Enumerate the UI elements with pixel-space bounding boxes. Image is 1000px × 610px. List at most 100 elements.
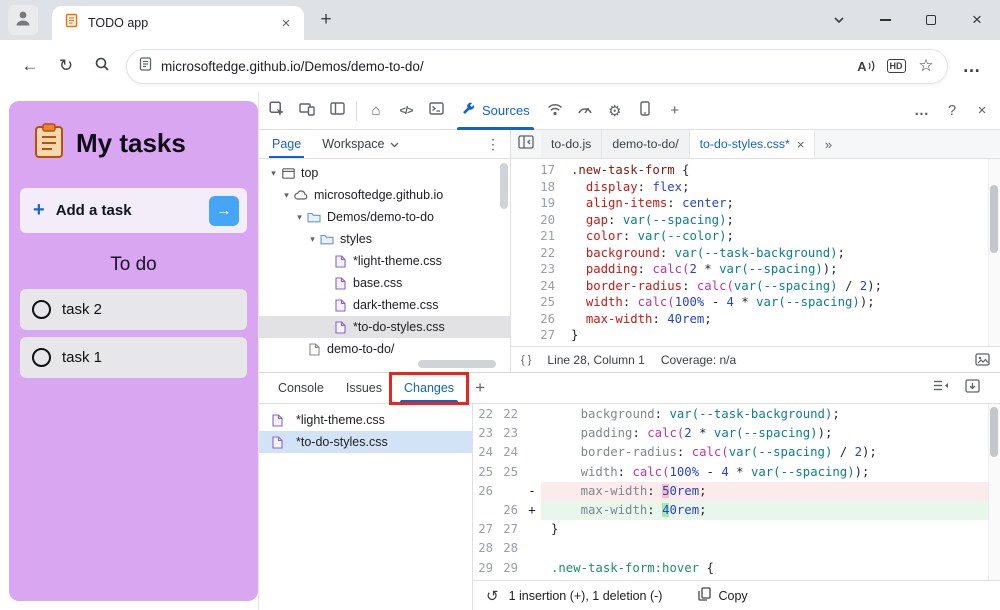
new-tab-button[interactable]: + [312,6,340,34]
navigator-toggle-button[interactable] [511,130,541,158]
pretty-print-button[interactable]: { } [521,354,531,366]
diff-view[interactable]: 2222 background: var(--task-background);… [473,404,1000,580]
url-bar[interactable]: microsoftedge.github.io/Demos/demo-to-do… [126,49,948,84]
hd-button[interactable]: HD [881,51,911,81]
tree-item-styles[interactable]: ▾styles [259,228,510,250]
device-emulation-button[interactable] [292,94,322,128]
device-button[interactable] [630,94,660,128]
tab-sources[interactable]: Sources [451,92,540,130]
devtools-menu-button[interactable]: … [907,94,937,128]
search-button[interactable] [84,48,120,84]
submit-task-button[interactable]: → [209,196,239,226]
diff-marker: + [523,501,541,520]
tree-item-label: base.css [353,276,402,290]
close-tab-icon[interactable]: × [797,137,805,152]
task-label: task 1 [62,349,102,366]
copy-button[interactable]: Copy [698,587,747,604]
task-item[interactable]: task 1 [20,337,247,378]
panel-layout-button[interactable] [322,94,352,128]
changed-file-light-theme.css[interactable]: *light-theme.css [259,409,472,431]
tab-changes[interactable]: Changes [393,373,465,403]
performance-button[interactable] [570,94,600,128]
task-checkbox[interactable] [32,348,51,367]
favorite-button[interactable]: ☆ [911,51,941,81]
line-number[interactable]: 20 [511,212,555,229]
navigator-more-button[interactable]: ⋮ [486,136,500,153]
changed-file-to-do-styles.css[interactable]: *to-do-styles.css [259,431,472,453]
line-number[interactable]: 18 [511,179,555,196]
line-number[interactable]: 23 [511,261,555,278]
browser-menu-button[interactable]: … [954,48,990,84]
dock-drawer-icon[interactable] [965,379,980,398]
scrollbar-thumb[interactable] [500,163,508,209]
help-button[interactable]: ? [937,94,967,128]
tab-workspace[interactable]: Workspace [322,137,398,151]
browser-tab[interactable]: TODO app × [52,6,304,40]
diff-line-number-new: 22 [498,405,523,424]
editor-tab-demo-to-do[interactable]: demo-to-do/ [602,130,689,158]
tree-item-microsoftedge.github.io[interactable]: ▾microsoftedge.github.io [259,184,510,206]
source-editor: to-do.jsdemo-to-do/to-do-styles.css*× » … [511,130,1000,372]
console-sidebar-icon[interactable] [933,379,949,398]
welcome-panel-button[interactable]: ⌂ [361,94,391,128]
code-line: background: var(--task-background); [571,245,1000,262]
line-number[interactable]: 21 [511,228,555,245]
add-drawer-tab-button[interactable]: + [475,378,485,398]
line-number[interactable]: 26 [511,311,555,328]
editor-tab-to-do.js[interactable]: to-do.js [541,130,602,158]
inspect-icon [269,101,285,121]
tree-item-to-do-styles.css[interactable]: *to-do-styles.css [259,316,510,338]
back-button[interactable]: ← [12,48,48,84]
profile-button[interactable] [8,5,38,35]
add-task-button[interactable]: + Add a task → [20,188,247,233]
inspect-element-button[interactable] [262,94,292,128]
tree-item-Demosdemo-to-do[interactable]: ▾Demos/demo-to-do [259,206,510,228]
tree-item-base.css[interactable]: base.css [259,272,510,294]
line-number[interactable]: 22 [511,245,555,262]
read-aloud-button[interactable]: A [851,51,881,81]
scrollbar-thumb[interactable] [990,185,998,253]
tab-close-icon[interactable]: × [276,13,296,33]
close-devtools-button[interactable]: × [967,94,997,128]
chevron-expanded-icon: ▾ [267,168,280,179]
editor-scrollbar[interactable] [988,159,1000,346]
scrollbar-thumb[interactable] [990,407,998,457]
line-number[interactable]: 27 [511,327,555,344]
diff-scrollbar[interactable] [988,404,1000,580]
maximize-button[interactable] [908,0,954,40]
line-number[interactable]: 17 [511,162,555,179]
tab-console[interactable]: Console [267,373,335,403]
image-preview-icon[interactable] [975,353,990,366]
tab-search-button[interactable] [816,0,862,40]
diff-summary: 1 insertion (+), 1 deletion (-) [509,589,663,603]
scrollbar-thumb[interactable] [418,360,496,368]
more-tools-button[interactable]: + [660,94,690,128]
task-checkbox[interactable] [32,300,51,319]
code-editor[interactable]: 1718192021222324252627 .new-task-form { … [511,159,1000,346]
minimize-button[interactable] [862,0,908,40]
line-number[interactable]: 19 [511,195,555,212]
tree-item-demo-to-do[interactable]: demo-to-do/ [259,338,510,360]
url-text[interactable]: microsoftedge.github.io/Demos/demo-to-do… [161,59,851,74]
elements-panel-button[interactable]: </> [391,94,421,128]
tab-page[interactable]: Page [269,130,304,158]
line-number[interactable]: 25 [511,294,555,311]
toolbar-separator [356,101,357,121]
console-panel-button[interactable] [421,94,451,128]
refresh-button[interactable]: ↻ [48,48,84,84]
browser-window: TODO app × + × ← ↻ microsoftedge.github.… [0,0,1000,610]
window-close-button[interactable]: × [954,0,1000,40]
tree-item-light-theme.css[interactable]: *light-theme.css [259,250,510,272]
settings-button[interactable]: ⚙ [600,94,630,128]
task-item[interactable]: task 2 [20,289,247,330]
tree-item-dark-theme.css[interactable]: dark-theme.css [259,294,510,316]
network-conditions-button[interactable] [540,94,570,128]
line-number[interactable]: 24 [511,278,555,295]
diff-marker [523,520,541,539]
tab-overflow-button[interactable]: » [815,130,841,158]
tab-issues[interactable]: Issues [335,373,393,403]
revert-icon[interactable]: ↺ [486,587,499,605]
page-title: My tasks [76,128,186,159]
editor-tab-to-do-styles.css[interactable]: to-do-styles.css*× [690,130,816,158]
tree-item-top[interactable]: ▾top [259,162,510,184]
